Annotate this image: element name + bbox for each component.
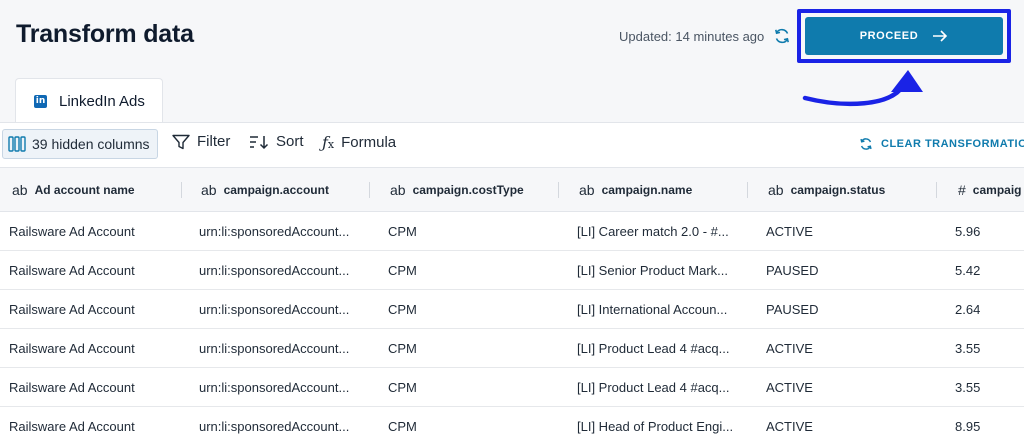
table-cell[interactable]: CPM bbox=[388, 368, 417, 407]
table-cell[interactable]: CPM bbox=[388, 251, 417, 290]
clear-transformations-button[interactable]: CLEAR TRANSFORMATIONS bbox=[858, 136, 1024, 152]
arrow-right-icon bbox=[933, 30, 948, 42]
tab-linkedin-ads[interactable]: in LinkedIn Ads bbox=[15, 78, 163, 123]
table-cell[interactable]: 3.55 bbox=[955, 329, 980, 368]
column-header-label: campaign.status bbox=[790, 183, 886, 197]
proceed-label: PROCEED bbox=[859, 30, 919, 42]
table-cell[interactable]: [LI] Product Lead 4 #acq... bbox=[577, 368, 730, 407]
formula-icon: ƒx bbox=[322, 133, 335, 152]
table-cell[interactable]: [LI] Head of Product Engi... bbox=[577, 407, 733, 443]
formula-label: Formula bbox=[341, 134, 397, 151]
filter-label: Filter bbox=[197, 133, 231, 150]
table-row[interactable]: Railsware Ad Account urn:li:sponsoredAcc… bbox=[0, 329, 1024, 368]
table-cell[interactable]: urn:li:sponsoredAccount... bbox=[199, 290, 349, 329]
column-header[interactable]: ab campaign.account bbox=[201, 168, 329, 212]
column-header-label: Ad account name bbox=[34, 183, 135, 197]
number-type-icon: # bbox=[958, 182, 966, 198]
proceed-button[interactable]: PROCEED bbox=[805, 17, 1003, 55]
table-cell[interactable]: [LI] Career match 2.0 - #... bbox=[577, 212, 729, 251]
column-header[interactable]: ab campaign.status bbox=[768, 168, 885, 212]
column-resize-handle[interactable] bbox=[747, 182, 748, 198]
hidden-columns-label: 39 hidden columns bbox=[32, 136, 150, 152]
table-cell[interactable]: PAUSED bbox=[766, 251, 819, 290]
column-header[interactable]: # campaig bbox=[958, 168, 1021, 212]
table-cell[interactable]: urn:li:sponsoredAccount... bbox=[199, 407, 349, 443]
linkedin-icon: in bbox=[34, 94, 47, 108]
table-row[interactable]: Railsware Ad Account urn:li:sponsoredAcc… bbox=[0, 290, 1024, 329]
filter-icon bbox=[172, 134, 190, 149]
table-cell[interactable]: [LI] International Accoun... bbox=[577, 290, 727, 329]
column-header[interactable]: ab Ad account name bbox=[12, 168, 135, 212]
table-cell[interactable]: CPM bbox=[388, 329, 417, 368]
table-cell[interactable]: [LI] Product Lead 4 #acq... bbox=[577, 329, 730, 368]
text-type-icon: ab bbox=[768, 182, 784, 198]
column-resize-handle[interactable] bbox=[181, 182, 182, 198]
columns-icon bbox=[8, 136, 26, 152]
formula-button[interactable]: ƒx Formula bbox=[322, 133, 396, 152]
table-cell[interactable]: 8.95 bbox=[955, 407, 980, 443]
table-header: ab Ad account name ab campaign.account ab c… bbox=[0, 167, 1024, 212]
text-type-icon: ab bbox=[390, 182, 406, 198]
table-cell[interactable]: Railsware Ad Account bbox=[9, 368, 135, 407]
table-cell[interactable]: CPM bbox=[388, 212, 417, 251]
table-cell[interactable]: 5.96 bbox=[955, 212, 980, 251]
text-type-icon: ab bbox=[201, 182, 217, 198]
table-cell[interactable]: 3.55 bbox=[955, 368, 980, 407]
table-cell[interactable]: ACTIVE bbox=[766, 368, 813, 407]
refresh-icon bbox=[860, 138, 872, 150]
refresh-icon[interactable] bbox=[772, 26, 792, 46]
tab-label: LinkedIn Ads bbox=[59, 92, 145, 110]
table-cell[interactable]: urn:li:sponsoredAccount... bbox=[199, 251, 349, 290]
table-cell[interactable]: urn:li:sponsoredAccount... bbox=[199, 368, 349, 407]
sort-icon bbox=[250, 135, 269, 149]
column-resize-handle[interactable] bbox=[369, 182, 370, 198]
column-header-label: campaig bbox=[972, 183, 1022, 197]
table-cell[interactable]: [LI] Senior Product Mark... bbox=[577, 251, 728, 290]
filter-button[interactable]: Filter bbox=[172, 133, 230, 150]
table-row[interactable]: Railsware Ad Account urn:li:sponsoredAcc… bbox=[0, 212, 1024, 251]
table-cell[interactable]: urn:li:sponsoredAccount... bbox=[199, 212, 349, 251]
table-cell[interactable]: Railsware Ad Account bbox=[9, 407, 135, 443]
column-header-label: campaign.costType bbox=[412, 183, 524, 197]
table-row[interactable]: Railsware Ad Account urn:li:sponsoredAcc… bbox=[0, 251, 1024, 290]
column-header[interactable]: ab campaign.name bbox=[579, 168, 692, 212]
table-cell[interactable]: ACTIVE bbox=[766, 212, 813, 251]
last-updated-text: Updated: 14 minutes ago bbox=[619, 29, 765, 44]
table-cell[interactable]: CPM bbox=[388, 290, 417, 329]
table-cell[interactable]: Railsware Ad Account bbox=[9, 290, 135, 329]
page-header: Transform data Updated: 14 minutes ago P… bbox=[0, 0, 1024, 123]
table-cell[interactable]: CPM bbox=[388, 407, 417, 443]
table-cell[interactable]: urn:li:sponsoredAccount... bbox=[199, 329, 349, 368]
table-cell[interactable]: 2.64 bbox=[955, 290, 980, 329]
clear-transformations-label: CLEAR TRANSFORMATIONS bbox=[881, 138, 1024, 150]
table-cell[interactable]: ACTIVE bbox=[766, 329, 813, 368]
column-resize-handle[interactable] bbox=[936, 182, 937, 198]
table-cell[interactable]: PAUSED bbox=[766, 290, 819, 329]
column-header[interactable]: ab campaign.costType bbox=[390, 168, 524, 212]
table-row[interactable]: Railsware Ad Account urn:li:sponsoredAcc… bbox=[0, 407, 1024, 443]
sort-button[interactable]: Sort bbox=[249, 133, 304, 150]
sort-label: Sort bbox=[276, 133, 304, 150]
column-resize-handle[interactable] bbox=[558, 182, 559, 198]
page-title: Transform data bbox=[16, 20, 194, 48]
toolbar-divider bbox=[0, 122, 1024, 123]
table-cell[interactable]: ACTIVE bbox=[766, 407, 813, 443]
table-cell[interactable]: 5.42 bbox=[955, 251, 980, 290]
column-header-label: campaign.name bbox=[601, 183, 693, 197]
table-cell[interactable]: Railsware Ad Account bbox=[9, 251, 135, 290]
text-type-icon: ab bbox=[579, 182, 595, 198]
hidden-columns-button[interactable]: 39 hidden columns bbox=[2, 129, 158, 159]
column-header-label: campaign.account bbox=[223, 183, 329, 197]
table-row[interactable]: Railsware Ad Account urn:li:sponsoredAcc… bbox=[0, 368, 1024, 407]
table-cell[interactable]: Railsware Ad Account bbox=[9, 329, 135, 368]
table-cell[interactable]: Railsware Ad Account bbox=[9, 212, 135, 251]
annotation-arrow-icon bbox=[802, 70, 923, 107]
text-type-icon: ab bbox=[12, 182, 28, 198]
